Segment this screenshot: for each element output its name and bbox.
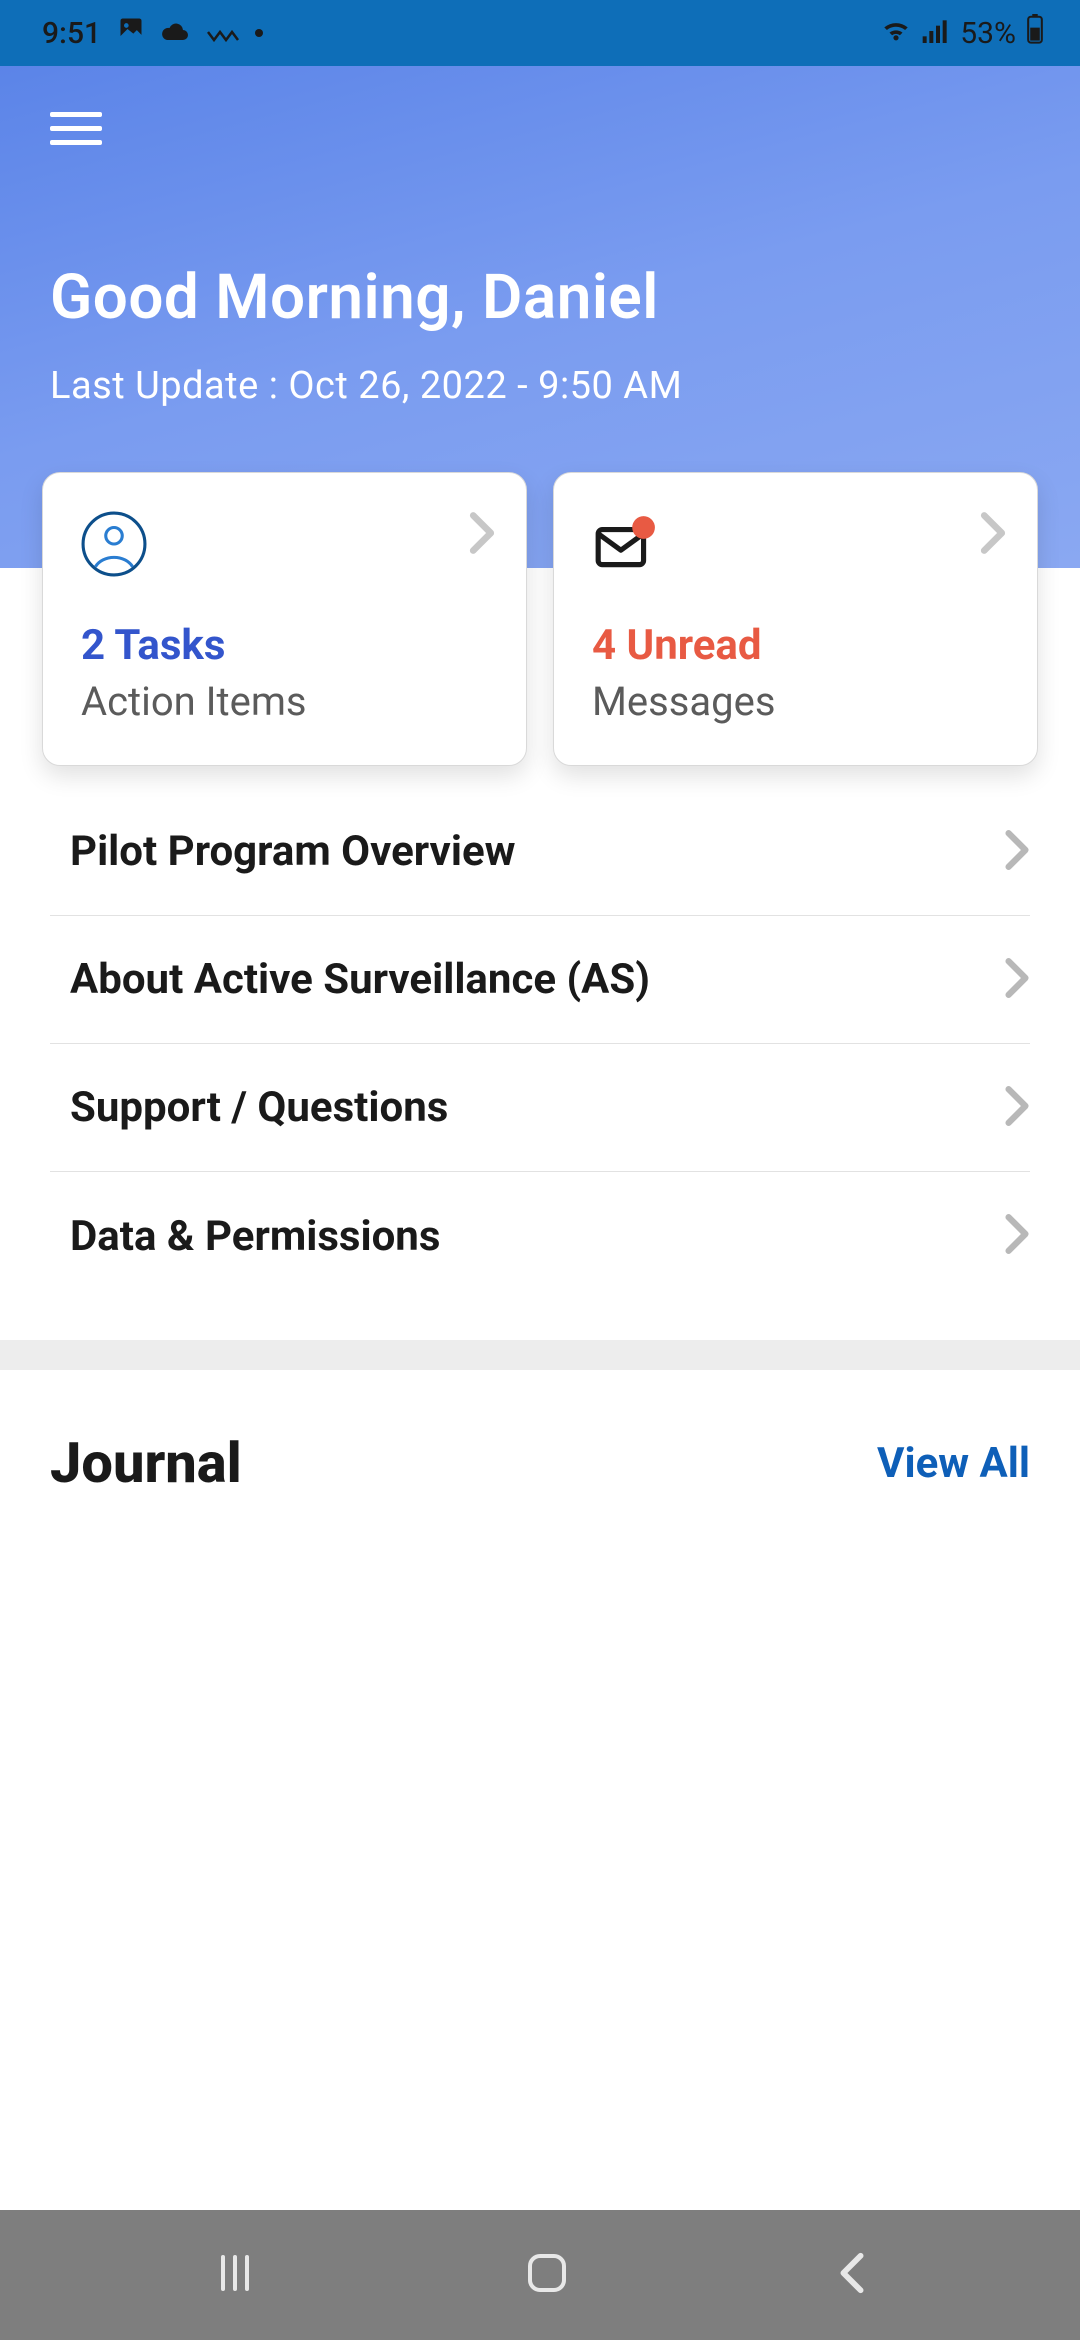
nav-item-about-as[interactable]: About Active Surveillance (AS) <box>50 916 1030 1044</box>
tasks-subtitle: Action Items <box>81 678 496 725</box>
nav-item-data-permissions[interactable]: Data & Permissions <box>50 1172 1030 1300</box>
back-button[interactable] <box>837 2250 867 2300</box>
person-circle-icon <box>81 511 147 577</box>
summary-cards-row: 2 Tasks Action Items 4 Unread Messages <box>0 472 1080 766</box>
tasks-card[interactable]: 2 Tasks Action Items <box>42 472 527 766</box>
chevron-right-icon <box>1004 957 1030 1003</box>
nav-item-label: About Active Surveillance (AS) <box>50 955 650 1004</box>
messages-subtitle: Messages <box>592 678 1007 725</box>
messages-count: 4 Unread <box>592 621 1007 670</box>
home-button[interactable] <box>524 2250 570 2300</box>
status-left: 9:51 <box>42 15 263 51</box>
nav-item-pilot-overview[interactable]: Pilot Program Overview <box>50 788 1030 916</box>
tasks-count: 2 Tasks <box>81 621 496 670</box>
chevron-right-icon <box>979 511 1007 559</box>
chevron-right-icon <box>1004 1085 1030 1131</box>
battery-icon <box>1026 14 1044 52</box>
view-all-link[interactable]: View All <box>877 1439 1030 1488</box>
status-time: 9:51 <box>42 16 101 51</box>
envelope-badge-icon <box>592 511 658 577</box>
nav-list: Pilot Program Overview About Active Surv… <box>0 788 1080 1300</box>
signal-icon <box>922 16 950 51</box>
cloud-icon <box>161 16 191 51</box>
section-divider <box>0 1340 1080 1370</box>
journal-header: Journal View All <box>0 1370 1080 1496</box>
nav-item-label: Data & Permissions <box>50 1212 440 1261</box>
nav-item-label: Support / Questions <box>50 1083 448 1132</box>
hamburger-menu-button[interactable] <box>50 112 102 145</box>
recents-button[interactable] <box>213 2251 257 2299</box>
dot-icon <box>255 29 263 37</box>
chevron-right-icon <box>468 511 496 559</box>
chevron-right-icon <box>1004 829 1030 875</box>
image-icon <box>117 15 145 51</box>
journal-title: Journal <box>50 1430 242 1496</box>
messages-card[interactable]: 4 Unread Messages <box>553 472 1038 766</box>
nav-item-support[interactable]: Support / Questions <box>50 1044 1030 1172</box>
android-nav-bar <box>0 2210 1080 2340</box>
status-bar: 9:51 53% <box>0 0 1080 66</box>
wave-icon <box>207 16 239 51</box>
battery-text: 53% <box>960 16 1016 51</box>
greeting-text: Good Morning, Daniel <box>50 261 1030 334</box>
last-update-text: Last Update : Oct 26, 2022 - 9:50 AM <box>50 364 1030 408</box>
wifi-icon <box>880 16 912 51</box>
nav-item-label: Pilot Program Overview <box>50 827 515 876</box>
status-right: 53% <box>880 14 1044 52</box>
chevron-right-icon <box>1004 1213 1030 1259</box>
